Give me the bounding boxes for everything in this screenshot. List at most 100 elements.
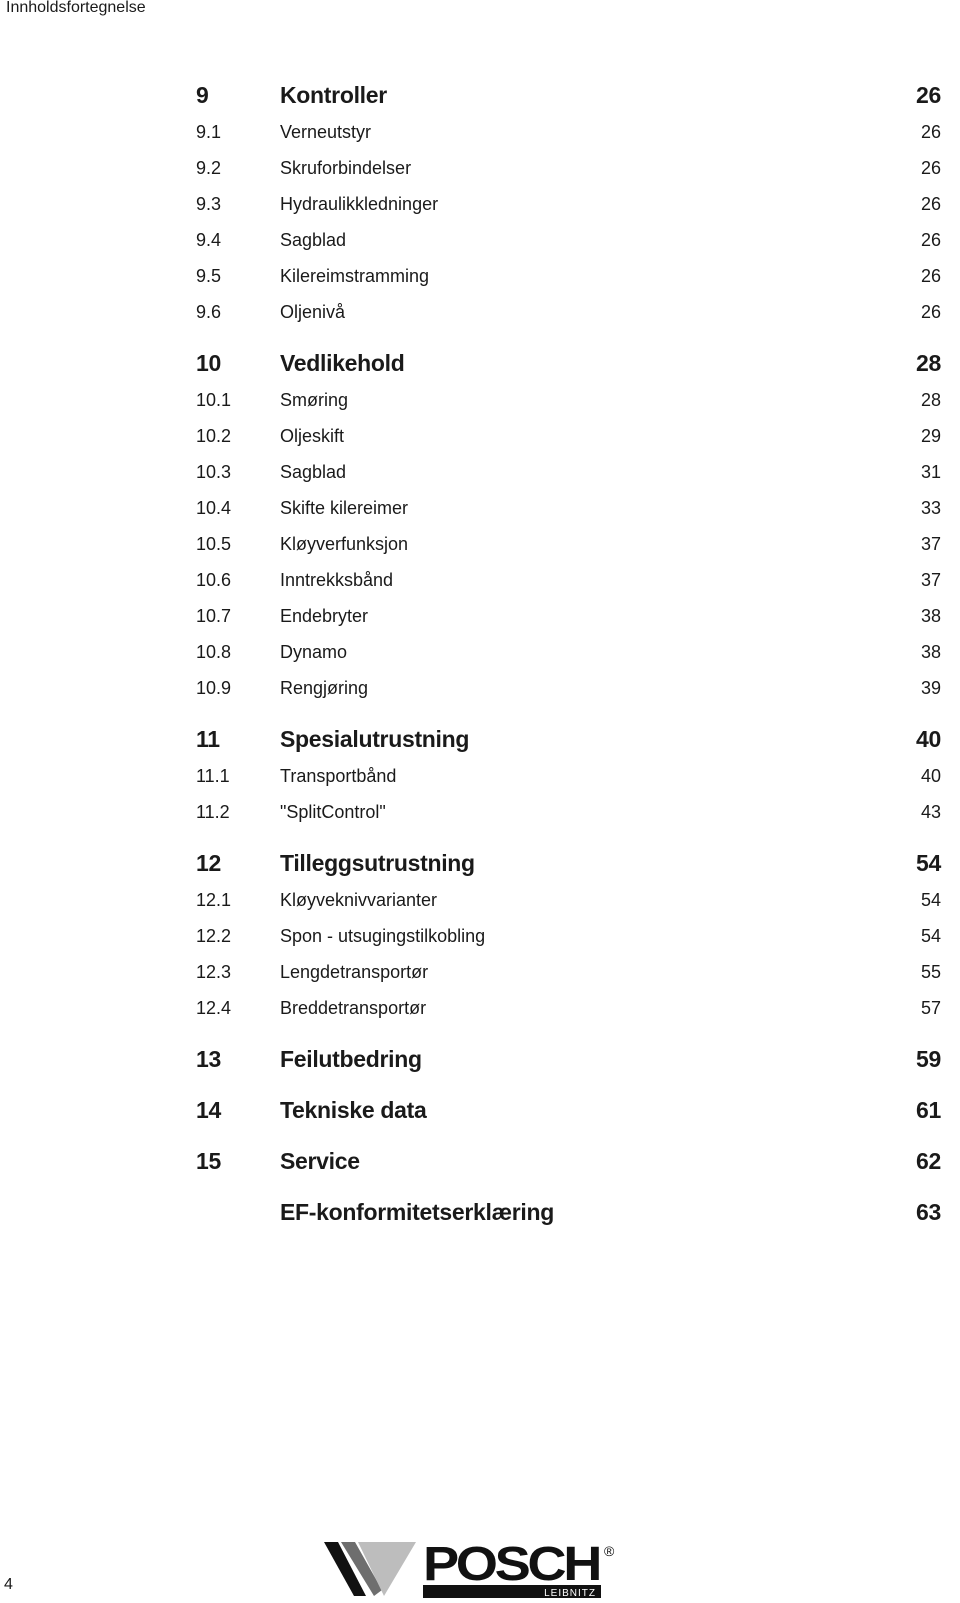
chapter-page: 40 [916,726,941,752]
section-page: 28 [920,390,941,410]
running-head: Innholdsfortegnelse [6,0,146,16]
chapter-number: 14 [196,1097,221,1123]
section-page: 26 [920,302,941,322]
chapter-title: Tekniske data [280,1097,427,1123]
section-title: Endebryter [280,606,369,626]
chapter-number: 12 [196,850,221,876]
section-page: 54 [920,890,941,910]
section-number: 10.5 [196,534,232,554]
toc-section[interactable]: 9.4 Sagblad 26 [196,222,941,258]
logo-registered-mark: ® [604,1543,615,1559]
section-number: 10.8 [196,642,232,662]
section-page: 33 [920,498,941,518]
section-page: 55 [920,962,941,982]
toc-section[interactable]: 9.3 Hydraulikkledninger 26 [196,186,941,222]
chapter-title: Vedlikehold [280,350,405,376]
section-title: Spon - utsugingstilkobling [280,926,486,946]
toc-section[interactable]: 10.3 Sagblad 31 [196,454,941,490]
section-title: Inntrekksbånd [280,570,394,590]
section-title: Smøring [280,390,349,410]
section-page: 43 [920,802,941,822]
toc-chapter-13[interactable]: 13 Feilutbedring 59 [196,1040,941,1078]
section-title: Breddetransportør [280,998,427,1018]
section-title: Sagblad [280,462,347,482]
section-title: Oljenivå [280,302,346,322]
toc-chapter-15[interactable]: 15 Service 62 [196,1142,941,1180]
toc-section[interactable]: 9.6 Oljenivå 26 [196,294,941,330]
toc-section[interactable]: 10.1 Smøring 28 [196,382,941,418]
section-title: Lengdetransportør [280,962,429,982]
section-number: 10.1 [196,390,232,410]
chapter-title: Kontroller [280,82,387,108]
toc-section[interactable]: 10.6 Inntrekksbånd 37 [196,562,941,598]
toc-chapter-10[interactable]: 10 Vedlikehold 28 [196,344,941,382]
toc-section[interactable]: 10.4 Skifte kilereimer 33 [196,490,941,526]
toc-chapter-9[interactable]: 9 Kontroller 26 [196,76,941,114]
section-number: 12.3 [196,962,232,982]
toc-section[interactable]: 10.5 Kløyverfunksjon 37 [196,526,941,562]
toc-chapter-ef-declaration[interactable]: EF-konformitetserklæring 63 [196,1193,941,1231]
section-page: 39 [920,678,941,698]
chapter-page: 26 [916,82,941,108]
toc-section[interactable]: 12.1 Kløyveknivvarianter 54 [196,882,941,918]
chapter-number: 9 [196,82,209,108]
section-title: Transportbånd [280,766,397,786]
toc-section[interactable]: 9.1 Verneutstyr 26 [196,114,941,150]
section-number: 10.6 [196,570,232,590]
section-number: 11.2 [196,802,230,822]
section-title: "SplitControl" [280,802,386,822]
section-page: 26 [920,194,941,214]
section-title: Verneutstyr [280,122,372,142]
section-number: 10.4 [196,498,232,518]
toc-section[interactable]: 10.8 Dynamo 38 [196,634,941,670]
section-number: 10.3 [196,462,232,482]
toc-chapter-11[interactable]: 11 Spesialutrustning 40 [196,720,941,758]
toc-section[interactable]: 9.2 Skruforbindelser 26 [196,150,941,186]
toc-section[interactable]: 11.1 Transportbånd 40 [196,758,941,794]
section-page: 40 [920,766,941,786]
section-title: Skifte kilereimer [280,498,409,518]
section-page: 37 [920,570,941,590]
section-page: 26 [920,122,941,142]
toc-section[interactable]: 10.2 Oljeskift 29 [196,418,941,454]
toc-section[interactable]: 11.2 "SplitControl" 43 [196,794,941,830]
toc-chapter-12[interactable]: 12 Tilleggsutrustning 54 [196,844,941,882]
chapter-title: Service [280,1148,360,1174]
section-title: Dynamo [280,642,348,662]
section-number: 9.3 [196,194,222,214]
toc-section[interactable]: 10.9 Rengjøring 39 [196,670,941,706]
section-title: Kilereimstramming [280,266,430,286]
section-title: Hydraulikkledninger [280,194,439,214]
toc-chapter-14[interactable]: 14 Tekniske data 61 [196,1091,941,1129]
posch-logo-graphic: POSCH ® LEIBNITZ [324,1538,615,1599]
chapter-title: Spesialutrustning [280,726,470,752]
logo-brand-text: POSCH [423,1540,599,1591]
chapter-number: 13 [196,1046,221,1072]
section-number: 9.6 [196,302,222,322]
section-number: 10.2 [196,426,232,446]
posch-logo: POSCH ® LEIBNITZ [324,1538,620,1603]
chapter-title: Tilleggsutrustning [280,850,475,876]
toc-section[interactable]: 12.2 Spon - utsugingstilkobling 54 [196,918,941,954]
chapter-number: 15 [196,1148,221,1174]
toc-section[interactable]: 10.7 Endebryter 38 [196,598,941,634]
section-page: 57 [920,998,941,1018]
chapter-page: 61 [916,1097,941,1123]
section-page: 38 [920,606,941,626]
section-number: 12.1 [196,890,232,910]
section-number: 9.1 [196,122,222,142]
chapter-number: 10 [196,350,221,376]
toc-section[interactable]: 12.4 Breddetransportør 57 [196,990,941,1026]
chapter-page: 63 [916,1199,941,1225]
section-title: Kløyverfunksjon [280,534,409,554]
chapter-page: 62 [916,1148,941,1174]
section-page: 31 [920,462,941,482]
section-number: 11.1 [196,766,230,786]
section-number: 12.2 [196,926,232,946]
toc-section[interactable]: 9.5 Kilereimstramming 26 [196,258,941,294]
section-page: 26 [920,230,941,250]
section-title: Oljeskift [280,426,345,446]
toc-section[interactable]: 12.3 Lengdetransportør 55 [196,954,941,990]
section-page: 38 [920,642,941,662]
section-number: 12.4 [196,998,232,1018]
